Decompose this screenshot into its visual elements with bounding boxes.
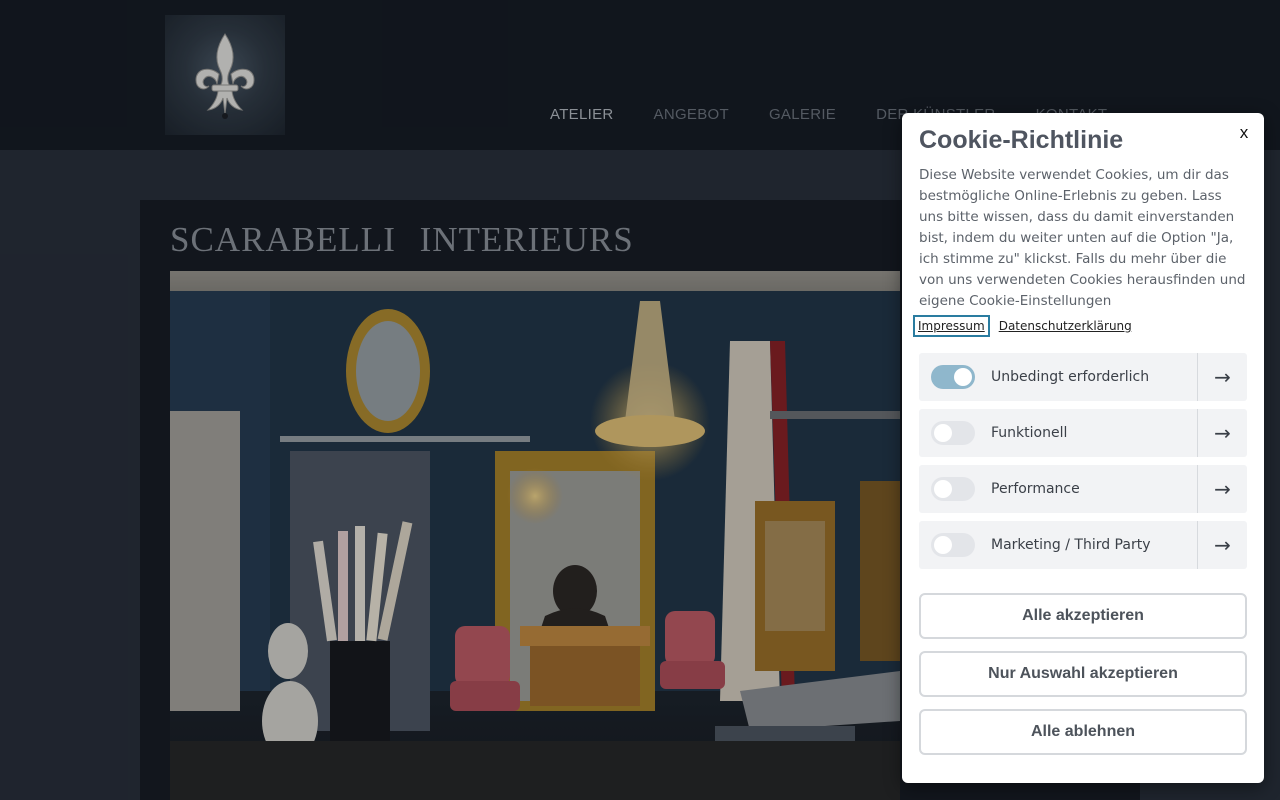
- category-label: Unbedingt erforderlich: [991, 369, 1150, 385]
- category-row-marketing: Marketing / Third Party →: [919, 521, 1247, 569]
- arrow-right-icon[interactable]: →: [1197, 409, 1247, 457]
- required-toggle[interactable]: [931, 365, 975, 389]
- cookie-button-stack: Alle akzeptieren Nur Auswahl akzeptieren…: [919, 593, 1247, 767]
- atelier-photo: [170, 271, 900, 800]
- cookie-category-list: Unbedingt erforderlich → Funktionell → P…: [919, 353, 1247, 577]
- toggle-knob: [954, 368, 972, 386]
- performance-toggle[interactable]: [931, 477, 975, 501]
- cookie-links: Impressum Datenschutzerklärung: [913, 315, 1135, 337]
- arrow-right-icon[interactable]: →: [1197, 521, 1247, 569]
- category-row-functional: Funktionell →: [919, 409, 1247, 457]
- category-row-performance: Performance →: [919, 465, 1247, 513]
- arrow-right-icon[interactable]: →: [1197, 465, 1247, 513]
- functional-toggle[interactable]: [931, 421, 975, 445]
- close-button[interactable]: x: [1234, 123, 1254, 143]
- category-label: Marketing / Third Party: [991, 537, 1151, 553]
- toggle-knob: [934, 424, 952, 442]
- hero-image: [170, 271, 900, 800]
- nav-item-galerie[interactable]: GALERIE: [749, 106, 856, 124]
- toggle-knob: [934, 480, 952, 498]
- cookie-title: Cookie-Richtlinie: [919, 126, 1124, 154]
- accept-selection-button[interactable]: Nur Auswahl akzeptieren: [919, 651, 1247, 697]
- category-row-required: Unbedingt erforderlich →: [919, 353, 1247, 401]
- brand-title: SCARABELLI INTERIEURS: [170, 220, 634, 259]
- site-logo[interactable]: [165, 15, 285, 135]
- fleur-de-lis-icon: [195, 33, 255, 119]
- reject-all-button[interactable]: Alle ablehnen: [919, 709, 1247, 755]
- datenschutz-link[interactable]: Datenschutzerklärung: [996, 317, 1135, 335]
- cookie-description: Diese Website verwendet Cookies, um dir …: [919, 167, 1246, 309]
- impressum-link[interactable]: Impressum: [913, 315, 990, 337]
- category-label: Performance: [991, 481, 1080, 497]
- accept-all-button[interactable]: Alle akzeptieren: [919, 593, 1247, 639]
- toggle-knob: [934, 536, 952, 554]
- nav-item-atelier[interactable]: ATELIER: [530, 106, 634, 124]
- category-label: Funktionell: [991, 425, 1068, 441]
- marketing-toggle[interactable]: [931, 533, 975, 557]
- cookie-dialog: x Cookie-Richtlinie Diese Website verwen…: [902, 113, 1264, 783]
- nav-item-angebot[interactable]: ANGEBOT: [634, 106, 749, 124]
- arrow-right-icon[interactable]: →: [1197, 353, 1247, 401]
